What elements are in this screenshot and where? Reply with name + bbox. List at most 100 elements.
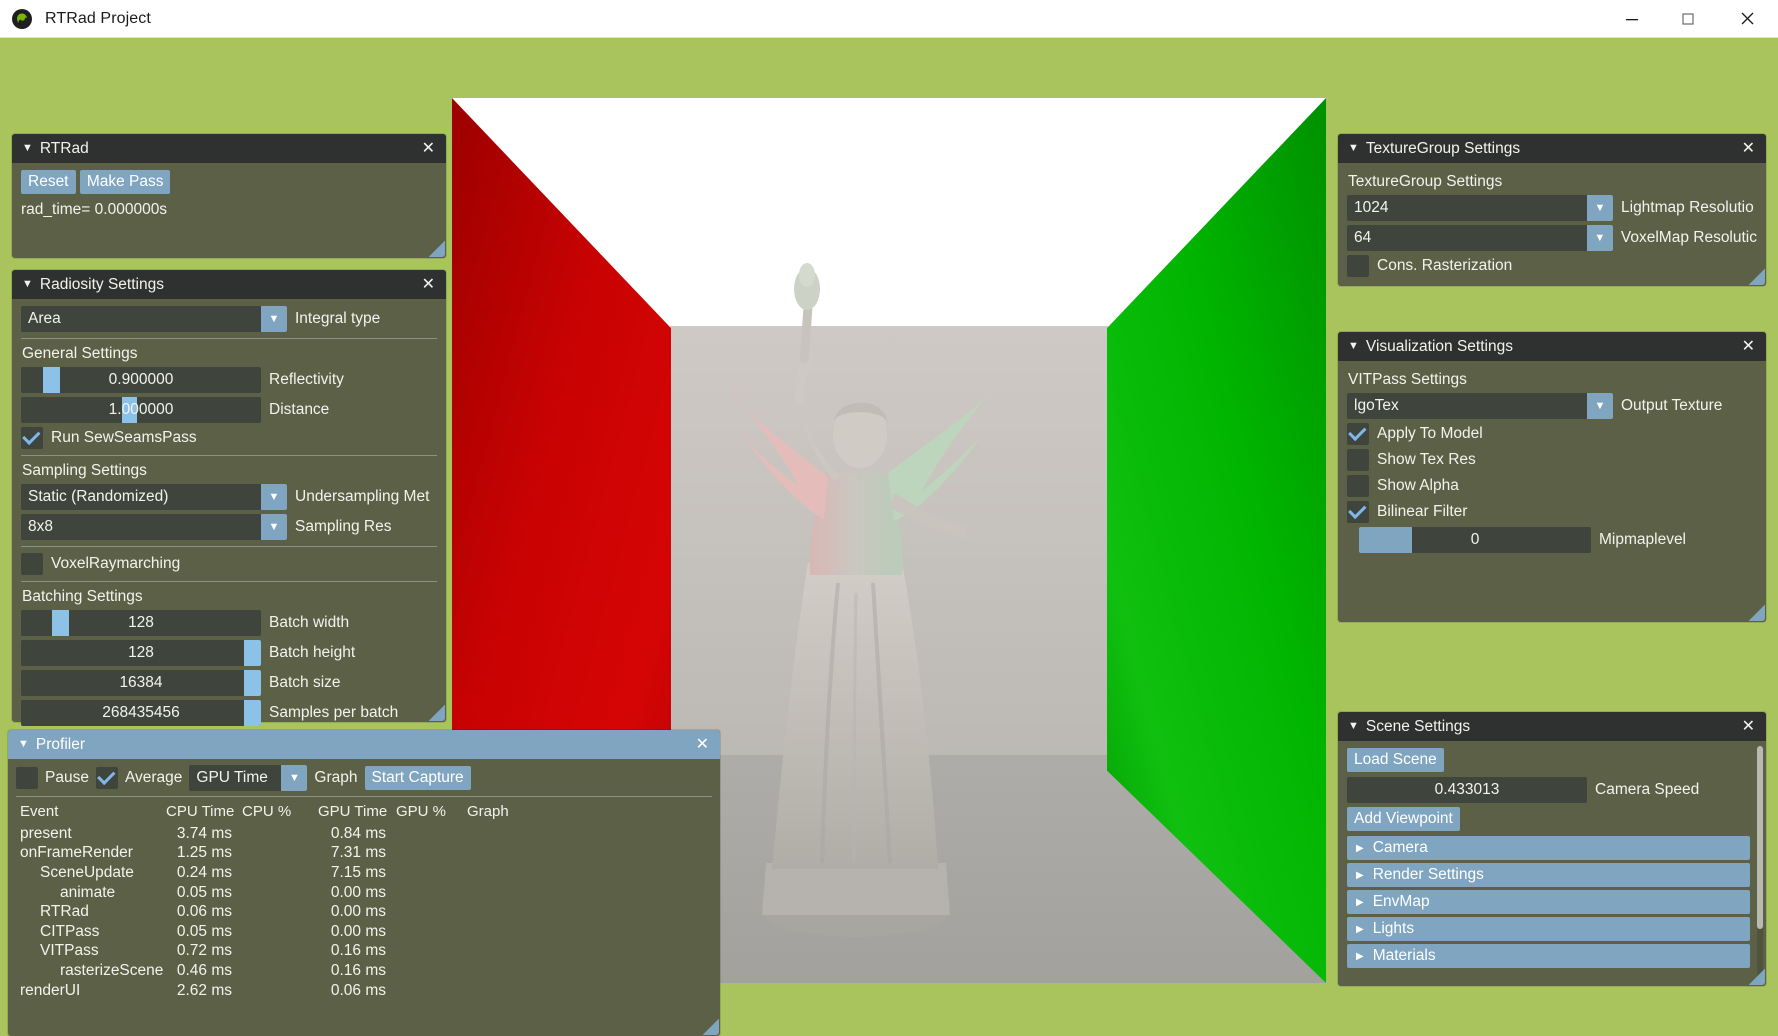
batch-height-row[interactable]: 128 Batch height [21,640,437,666]
slider-handle[interactable] [244,700,261,726]
scene-panel-header[interactable]: ▼ Scene Settings ✕ [1338,712,1766,741]
resize-grip[interactable] [429,705,445,721]
table-row[interactable]: rasterizeScene 0.46 ms 0.16 ms [16,961,712,981]
chevron-down-icon[interactable]: ▼ [1587,393,1613,419]
voxelmap-resolution-combo[interactable]: 64 ▼ [1347,225,1613,251]
show-tex-res-row[interactable]: Show Tex Res [1347,449,1757,471]
table-row[interactable]: VITPass 0.72 ms 0.16 ms [16,942,712,962]
resize-grip[interactable] [429,241,445,257]
checkbox-voxelraymarching[interactable] [21,553,43,575]
close-icon[interactable]: ✕ [1739,140,1758,157]
scene-tree-item-envmap[interactable]: ▶ EnvMap [1347,890,1750,914]
distance-slider[interactable]: 1.000000 [21,397,261,423]
sampling-res-combo[interactable]: 8x8 ▼ [21,514,287,540]
rtrad-panel[interactable]: ▼ RTRad ✕ Reset Make Pass rad_time= 0.00… [12,134,446,258]
batch-size-slider[interactable]: 16384 [21,670,261,696]
profiler-mode-combo[interactable]: GPU Time ▼ [189,765,308,791]
batch-size-row[interactable]: 16384 Batch size [21,670,437,696]
table-row[interactable]: SceneUpdate 0.24 ms 7.15 ms [16,863,712,883]
voxel-raymarching-row[interactable]: VoxelRaymarching [21,553,437,575]
profiler-panel-header[interactable]: ▼ Profiler ✕ [8,730,720,759]
chevron-right-icon[interactable]: ▶ [1356,924,1364,935]
table-row[interactable]: animate 0.05 ms 0.00 ms [16,883,712,903]
texturegroup-panel-header[interactable]: ▼ TextureGroup Settings ✕ [1338,134,1766,163]
voxelmap-resolution-row[interactable]: 64 ▼ VoxelMap Resolutic [1347,225,1757,251]
close-icon[interactable]: ✕ [419,276,438,293]
texturegroup-settings-panel[interactable]: ▼ TextureGroup Settings ✕ TextureGroup S… [1338,134,1766,286]
resize-grip[interactable] [1749,605,1765,621]
output-texture-combo[interactable]: lgoTex ▼ [1347,393,1613,419]
camera-speed-row[interactable]: 0.433013 Camera Speed [1347,777,1750,803]
radiosity-settings-panel[interactable]: ▼ Radiosity Settings ✕ Area ▼ Integral t… [12,270,446,726]
checkbox-run-sewseamspass[interactable] [21,427,43,449]
resize-grip[interactable] [703,1019,719,1035]
radiosity-panel-header[interactable]: ▼ Radiosity Settings ✕ [12,270,446,299]
collapse-caret-icon[interactable]: ▼ [1348,341,1359,352]
table-row[interactable]: onFrameRender 1.25 ms 7.31 ms [16,844,712,864]
checkbox-cons-rasterization[interactable] [1347,255,1369,277]
batch-width-slider[interactable]: 128 [21,610,261,636]
lightmap-resolution-row[interactable]: 1024 ▼ Lightmap Resolutio [1347,195,1757,221]
slider-handle[interactable] [244,640,261,666]
apply-to-model-row[interactable]: Apply To Model [1347,423,1757,445]
collapse-caret-icon[interactable]: ▼ [1348,721,1359,732]
table-row[interactable]: RTRad 0.06 ms 0.00 ms [16,902,712,922]
scrollbar-thumb[interactable] [1757,746,1763,929]
scene-tree-item-render-settings[interactable]: ▶ Render Settings [1347,863,1750,887]
reflectivity-row[interactable]: 0.900000 Reflectivity [21,367,437,393]
table-row[interactable]: CITPass 0.05 ms 0.00 ms [16,922,712,942]
chevron-right-icon[interactable]: ▶ [1356,951,1364,962]
chevron-down-icon[interactable]: ▼ [1587,195,1613,221]
slider-handle[interactable] [244,670,261,696]
chevron-down-icon[interactable]: ▼ [261,514,287,540]
visualization-settings-panel[interactable]: ▼ Visualization Settings ✕ VITPass Setti… [1338,332,1766,622]
reset-button[interactable]: Reset [21,170,76,194]
integral-type-row[interactable]: Area ▼ Integral type [21,306,437,332]
maximize-button[interactable] [1660,0,1716,38]
table-row[interactable]: renderUI 2.62 ms 0.06 ms [16,981,712,1001]
collapse-caret-icon[interactable]: ▼ [1348,143,1359,154]
minimize-button[interactable] [1604,0,1660,38]
scene-scrollbar[interactable] [1757,746,1763,980]
rtrad-panel-header[interactable]: ▼ RTRad ✕ [12,134,446,163]
samples-per-batch-row[interactable]: 268435456 Samples per batch [21,700,437,726]
cons-rasterization-row[interactable]: Cons. Rasterization [1347,255,1757,277]
camera-speed-slider[interactable]: 0.433013 [1347,777,1587,803]
scene-settings-panel[interactable]: ▼ Scene Settings ✕ Load Scene 0.433013 C… [1338,712,1766,986]
close-button[interactable] [1716,0,1778,38]
sampling-res-row[interactable]: 8x8 ▼ Sampling Res [21,514,437,540]
add-viewpoint-button[interactable]: Add Viewpoint [1347,807,1460,831]
visualization-panel-header[interactable]: ▼ Visualization Settings ✕ [1338,332,1766,361]
output-texture-row[interactable]: lgoTex ▼ Output Texture [1347,393,1757,419]
samples-per-batch-slider[interactable]: 268435456 [21,700,261,726]
chevron-right-icon[interactable]: ▶ [1356,897,1364,908]
distance-row[interactable]: 1.000000 Distance [21,397,437,423]
collapse-caret-icon[interactable]: ▼ [22,143,33,154]
close-icon[interactable]: ✕ [693,736,712,753]
checkbox-show-alpha[interactable] [1347,475,1369,497]
lightmap-resolution-combo[interactable]: 1024 ▼ [1347,195,1613,221]
bilinear-filter-row[interactable]: Bilinear Filter [1347,501,1757,523]
scene-tree-item-lights[interactable]: ▶ Lights [1347,917,1750,941]
chevron-right-icon[interactable]: ▶ [1356,870,1364,881]
chevron-down-icon[interactable]: ▼ [281,765,308,791]
resize-grip[interactable] [1749,269,1765,285]
sew-seams-row[interactable]: Run SewSeamsPass [21,427,437,449]
checkbox-show-tex-res[interactable] [1347,449,1369,471]
close-icon[interactable]: ✕ [1739,338,1758,355]
start-capture-button[interactable]: Start Capture [364,766,471,790]
mipmaplevel-slider[interactable]: 0 [1359,527,1591,553]
slider-handle[interactable] [52,610,70,636]
mipmaplevel-row[interactable]: 0 Mipmaplevel [1359,527,1757,553]
collapse-caret-icon[interactable]: ▼ [22,279,33,290]
scene-tree-item-camera[interactable]: ▶ Camera [1347,836,1750,860]
undersampling-row[interactable]: Static (Randomized) ▼ Undersampling Met [21,484,437,510]
close-icon[interactable]: ✕ [419,140,438,157]
scene-tree-item-materials[interactable]: ▶ Materials [1347,944,1750,968]
batch-height-slider[interactable]: 128 [21,640,261,666]
load-scene-button[interactable]: Load Scene [1347,748,1444,772]
chevron-down-icon[interactable]: ▼ [261,306,287,332]
checkbox-bilinear-filter[interactable] [1347,501,1369,523]
checkbox-pause[interactable] [16,767,38,789]
checkbox-average[interactable] [95,767,118,789]
